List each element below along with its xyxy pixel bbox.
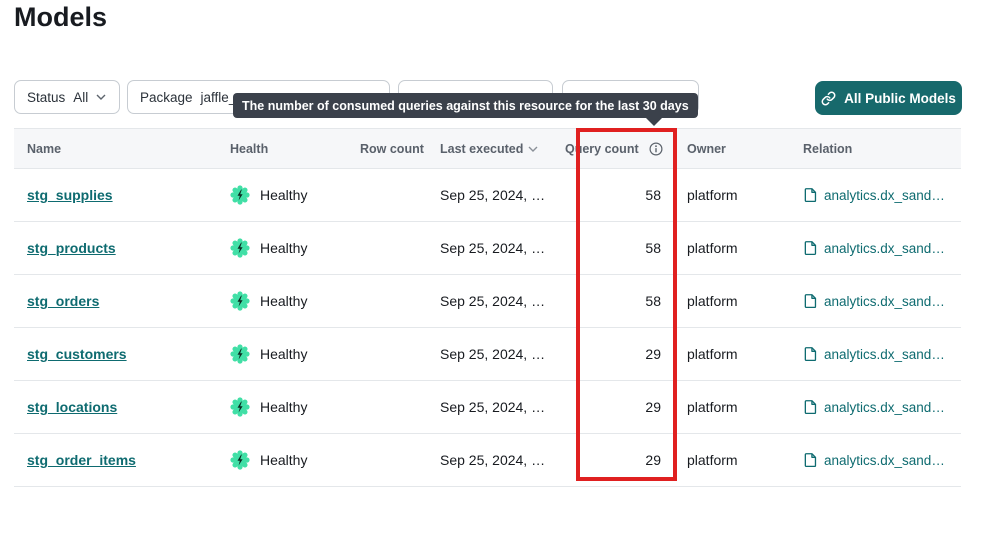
table-row: stg_orders Healthy Sep 25, 2024, … 58 pl… — [14, 275, 961, 328]
all-public-models-button[interactable]: All Public Models — [815, 81, 962, 115]
column-header-relation: Relation — [797, 129, 961, 169]
health-status: Healthy — [230, 397, 360, 417]
relation-label: analytics.dx_sand… — [824, 347, 945, 362]
relation-link[interactable]: analytics.dx_sand… — [803, 452, 961, 468]
filter-package-value: jaffle_ — [201, 90, 237, 105]
model-link[interactable]: stg_customers — [27, 346, 127, 362]
table-row: stg_products Healthy Sep 25, 2024, … 58 … — [14, 222, 961, 275]
relation-label: analytics.dx_sand… — [824, 294, 945, 309]
relation-link[interactable]: analytics.dx_sand… — [803, 399, 961, 415]
relation-label: analytics.dx_sand… — [824, 241, 945, 256]
table-row: stg_supplies Healthy Sep 25, 2024, … 58 … — [14, 169, 961, 222]
relation-link[interactable]: analytics.dx_sand… — [803, 293, 961, 309]
document-icon — [803, 187, 818, 203]
query-count-tooltip: The number of consumed queries against t… — [233, 93, 698, 118]
row-count-cell — [360, 381, 425, 434]
column-header-owner: Owner — [677, 129, 797, 169]
column-header-name: Name — [14, 129, 230, 169]
column-header-health: Health — [230, 129, 360, 169]
tooltip-text: The number of consumed queries against t… — [242, 99, 689, 113]
document-icon — [803, 293, 818, 309]
chevron-down-icon — [96, 94, 106, 100]
health-label: Healthy — [260, 452, 307, 468]
last-executed-value: Sep 25, 2024, … — [440, 187, 545, 203]
owner-value: platform — [687, 399, 738, 415]
relation-link[interactable]: analytics.dx_sand… — [803, 240, 961, 256]
health-label: Healthy — [260, 293, 307, 309]
health-badge-icon — [230, 291, 250, 311]
last-executed-value: Sep 25, 2024, … — [440, 452, 545, 468]
owner-value: platform — [687, 293, 738, 309]
column-header-query-count: Query count — [565, 129, 677, 169]
owner-value: platform — [687, 187, 738, 203]
relation-label: analytics.dx_sand… — [824, 400, 945, 415]
document-icon — [803, 346, 818, 362]
health-label: Healthy — [260, 187, 307, 203]
health-status: Healthy — [230, 185, 360, 205]
column-header-row-count: Row count — [360, 129, 425, 169]
model-link[interactable]: stg_supplies — [27, 187, 113, 203]
last-executed-value: Sep 25, 2024, … — [440, 293, 545, 309]
health-status: Healthy — [230, 450, 360, 470]
owner-value: platform — [687, 240, 738, 256]
health-label: Healthy — [260, 346, 307, 362]
filter-status-label: Status — [27, 90, 65, 105]
sort-chevron-icon — [528, 146, 538, 152]
filter-status-value: All — [73, 90, 88, 105]
query-count-value: 29 — [645, 452, 661, 468]
health-badge-icon — [230, 238, 250, 258]
query-count-value: 58 — [645, 293, 661, 309]
table-row: stg_locations Healthy Sep 25, 2024, … 29… — [14, 381, 961, 434]
row-count-cell — [360, 169, 425, 222]
table-header-row: Name Health Row count Last executed Quer… — [14, 129, 961, 169]
last-executed-value: Sep 25, 2024, … — [440, 240, 545, 256]
last-executed-value: Sep 25, 2024, … — [440, 346, 545, 362]
owner-value: platform — [687, 346, 738, 362]
table-row: stg_customers Healthy Sep 25, 2024, … 29… — [14, 328, 961, 381]
query-count-value: 58 — [645, 240, 661, 256]
query-count-value: 29 — [645, 346, 661, 362]
model-link[interactable]: stg_order_items — [27, 452, 136, 468]
relation-label: analytics.dx_sand… — [824, 188, 945, 203]
health-badge-icon — [230, 344, 250, 364]
row-count-cell — [360, 275, 425, 328]
info-icon[interactable] — [649, 142, 663, 156]
filter-status[interactable]: Status All — [14, 80, 120, 114]
filter-package-label: Package — [140, 90, 193, 105]
document-icon — [803, 452, 818, 468]
document-icon — [803, 240, 818, 256]
row-count-cell — [360, 328, 425, 381]
health-badge-icon — [230, 450, 250, 470]
models-table: Name Health Row count Last executed Quer… — [14, 128, 961, 487]
health-badge-icon — [230, 397, 250, 417]
model-link[interactable]: stg_orders — [27, 293, 99, 309]
query-count-value: 58 — [645, 187, 661, 203]
table-row: stg_order_items Healthy Sep 25, 2024, … … — [14, 434, 961, 487]
owner-value: platform — [687, 452, 738, 468]
row-count-cell — [360, 222, 425, 275]
column-header-last-executed[interactable]: Last executed — [425, 129, 565, 169]
model-link[interactable]: stg_locations — [27, 399, 117, 415]
document-icon — [803, 399, 818, 415]
relation-label: analytics.dx_sand… — [824, 453, 945, 468]
relation-link[interactable]: analytics.dx_sand… — [803, 346, 961, 362]
health-label: Healthy — [260, 399, 307, 415]
health-label: Healthy — [260, 240, 307, 256]
row-count-cell — [360, 434, 425, 487]
relation-link[interactable]: analytics.dx_sand… — [803, 187, 961, 203]
health-badge-icon — [230, 185, 250, 205]
last-executed-value: Sep 25, 2024, … — [440, 399, 545, 415]
link-icon — [821, 91, 836, 106]
query-count-value: 29 — [645, 399, 661, 415]
all-public-models-label: All Public Models — [844, 91, 956, 106]
health-status: Healthy — [230, 238, 360, 258]
page-title: Models — [14, 2, 107, 33]
model-link[interactable]: stg_products — [27, 240, 116, 256]
health-status: Healthy — [230, 291, 360, 311]
health-status: Healthy — [230, 344, 360, 364]
